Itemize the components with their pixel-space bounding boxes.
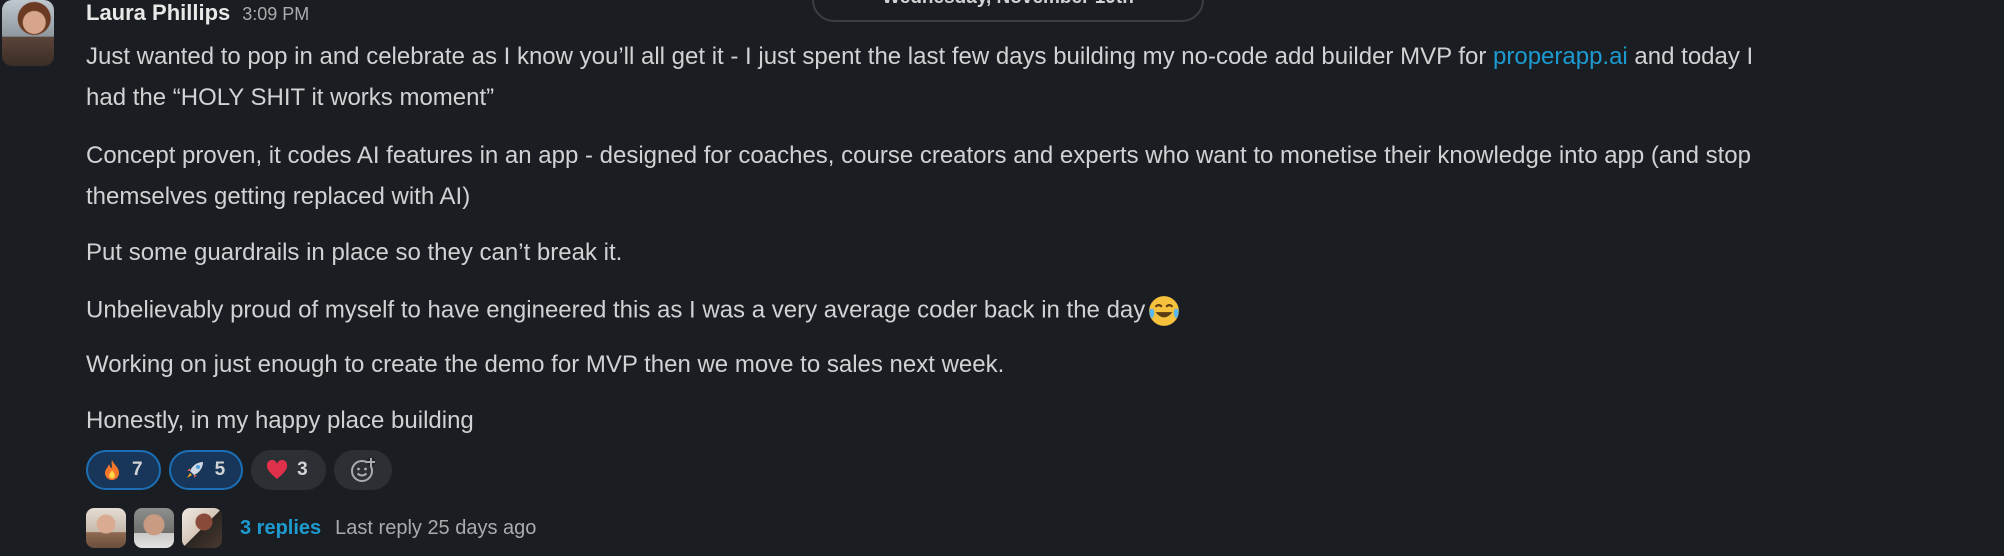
reaction-rocket[interactable]: 5 [168, 450, 244, 490]
avatar[interactable] [2, 0, 54, 66]
thread-avatar [134, 508, 174, 548]
thread-avatar [182, 508, 222, 548]
message-line-7: Working on just enough to create the dem… [86, 351, 1005, 378]
thread-avatar [86, 508, 126, 548]
joy-emoji-icon [1149, 296, 1180, 326]
message-line-3: Concept proven, it codes AI features in … [86, 142, 1751, 169]
reaction-count: 7 [132, 459, 143, 480]
message-text: Just wanted to pop in and celebrate as I… [86, 43, 1493, 70]
date-divider[interactable]: Wednesday, November 19th [812, 0, 1204, 22]
message-line-6: Unbelievably proud of myself to have eng… [86, 294, 1181, 328]
reactions-bar: 7 5 3 [86, 450, 392, 490]
reaction-count: 5 [214, 459, 226, 480]
reaction-fire[interactable]: 7 [86, 450, 161, 490]
author-name[interactable]: Laura Phillips [86, 0, 230, 26]
properapp-link[interactable]: properapp.ai [1493, 43, 1628, 70]
heart-emoji-icon [267, 459, 288, 479]
message-line-5: Put some guardrails in place so they can… [86, 239, 623, 266]
message-container: Wednesday, November 19th Laura Phillips … [0, 0, 2004, 556]
rocket-emoji-icon [186, 462, 203, 478]
thread-summary[interactable]: 3 replies Last reply 25 days ago [86, 508, 536, 548]
message-line-1: Just wanted to pop in and celebrate as I… [86, 42, 1753, 72]
add-reaction-button[interactable] [333, 450, 392, 490]
message-text: and today I [1627, 43, 1754, 70]
fire-emoji-icon [105, 460, 119, 480]
message-line-4: themselves getting replaced with AI) [86, 183, 471, 210]
add-reaction-icon [350, 458, 375, 482]
message-header: Laura Phillips 3:09 PM [86, 0, 309, 34]
reaction-heart[interactable]: 3 [251, 450, 326, 490]
message-text: Unbelievably proud of myself to have eng… [86, 296, 1146, 324]
reaction-count: 3 [297, 459, 308, 480]
message-line-8: Honestly, in my happy place building [86, 407, 474, 434]
replies-link[interactable]: 3 replies [240, 517, 321, 540]
timestamp[interactable]: 3:09 PM [242, 4, 309, 25]
last-reply-text: Last reply 25 days ago [335, 516, 537, 539]
message-line-2: had the “HOLY SHIT it works moment” [86, 84, 495, 111]
